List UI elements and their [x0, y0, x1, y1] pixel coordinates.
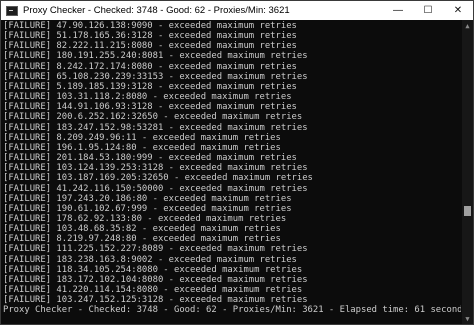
console-line: [FAILURE] 82.222.11.215:8080 - exceeded … [3, 41, 297, 52]
console-line: [FAILURE] 197.243.20.186:80 - exceeded m… [3, 193, 292, 204]
scroll-thumb[interactable] [464, 206, 471, 216]
console-line: [FAILURE] 103.124.139.253:3128 - exceede… [3, 163, 308, 174]
console-line: [FAILURE] 103.31.118.2:8080 - exceeded m… [3, 92, 292, 103]
console-line: [FAILURE] 41.220.114.154:8080 - exceeded… [3, 285, 303, 296]
console-line: [FAILURE] 180.191.255.240:8081 - exceede… [3, 51, 308, 62]
console-line: [FAILURE] 103.187.169.205:32650 - exceed… [3, 173, 313, 184]
console-line: [FAILURE] 47.90.126.138:9090 - exceeded … [3, 21, 297, 31]
title-bar[interactable]: Proxy Checker - Checked: 3748 - Good: 62… [1, 1, 473, 20]
console-line: [FAILURE] 118.34.105.254:8080 - exceeded… [3, 264, 303, 275]
console-line: [FAILURE] 8.242.172.174:8080 - exceeded … [3, 61, 297, 72]
console-line: [FAILURE] 5.189.185.139:3128 - exceeded … [3, 81, 297, 92]
console-line: [FAILURE] 65.108.230.239:33153 - exceede… [3, 71, 308, 82]
maximize-button[interactable]: ☐ [413, 1, 443, 20]
console-line: [FAILURE] 51.178.165.36:3128 - exceeded … [3, 31, 297, 42]
console-line: [FAILURE] 201.184.53.180:999 - exceeded … [3, 153, 297, 164]
console-output[interactable]: [FAILURE] 47.90.126.138:9090 - exceeded … [3, 21, 461, 324]
console-line: [FAILURE] 196.1.95.124:80 - exceeded max… [3, 142, 281, 153]
vertical-scrollbar[interactable]: ▲ ▼ [462, 20, 473, 324]
console-line: [FAILURE] 41.242.116.150:50000 - exceede… [3, 183, 308, 194]
close-button[interactable]: ✕ [443, 1, 473, 20]
console-line: [FAILURE] 200.6.252.162:32650 - exceeded… [3, 112, 303, 123]
console-line: [FAILURE] 8.209.249.96:11 - exceeded max… [3, 132, 281, 143]
console-line: [FAILURE] 111.225.152.227:8089 - exceede… [3, 244, 308, 255]
console-line: [FAILURE] 183.172.102.104:8080 - exceede… [3, 274, 308, 285]
window-title: Proxy Checker - Checked: 3748 - Good: 62… [23, 5, 290, 16]
console-line: Proxy Checker - Checked: 3748 - Good: 62… [3, 305, 461, 316]
console-window: Proxy Checker - Checked: 3748 - Good: 62… [0, 0, 474, 325]
console-app-icon [6, 5, 18, 16]
console-line: [FAILURE] 190.61.102.67:999 - exceeded m… [3, 203, 292, 214]
console-line: [FAILURE] 183.238.163.8:9002 - exceeded … [3, 254, 297, 265]
window-controls: — ☐ ✕ [383, 1, 473, 20]
console-line: [FAILURE] 144.91.106.93:3128 - exceeded … [3, 102, 297, 113]
scroll-down-icon[interactable]: ▼ [462, 313, 473, 324]
scroll-up-icon[interactable]: ▲ [462, 20, 473, 31]
console-line: [FAILURE] 103.48.68.35:82 - exceeded max… [3, 224, 281, 235]
console-line: [FAILURE] 183.247.152.98:53281 - exceede… [3, 122, 308, 133]
console-line: [FAILURE] 8.219.97.248:80 - exceeded max… [3, 234, 281, 245]
console-line: [FAILURE] 103.247.152.125:3128 - exceede… [3, 295, 308, 306]
minimize-button[interactable]: — [383, 1, 413, 20]
console-line: [FAILURE] 178.62.92.133:80 - exceeded ma… [3, 213, 287, 224]
